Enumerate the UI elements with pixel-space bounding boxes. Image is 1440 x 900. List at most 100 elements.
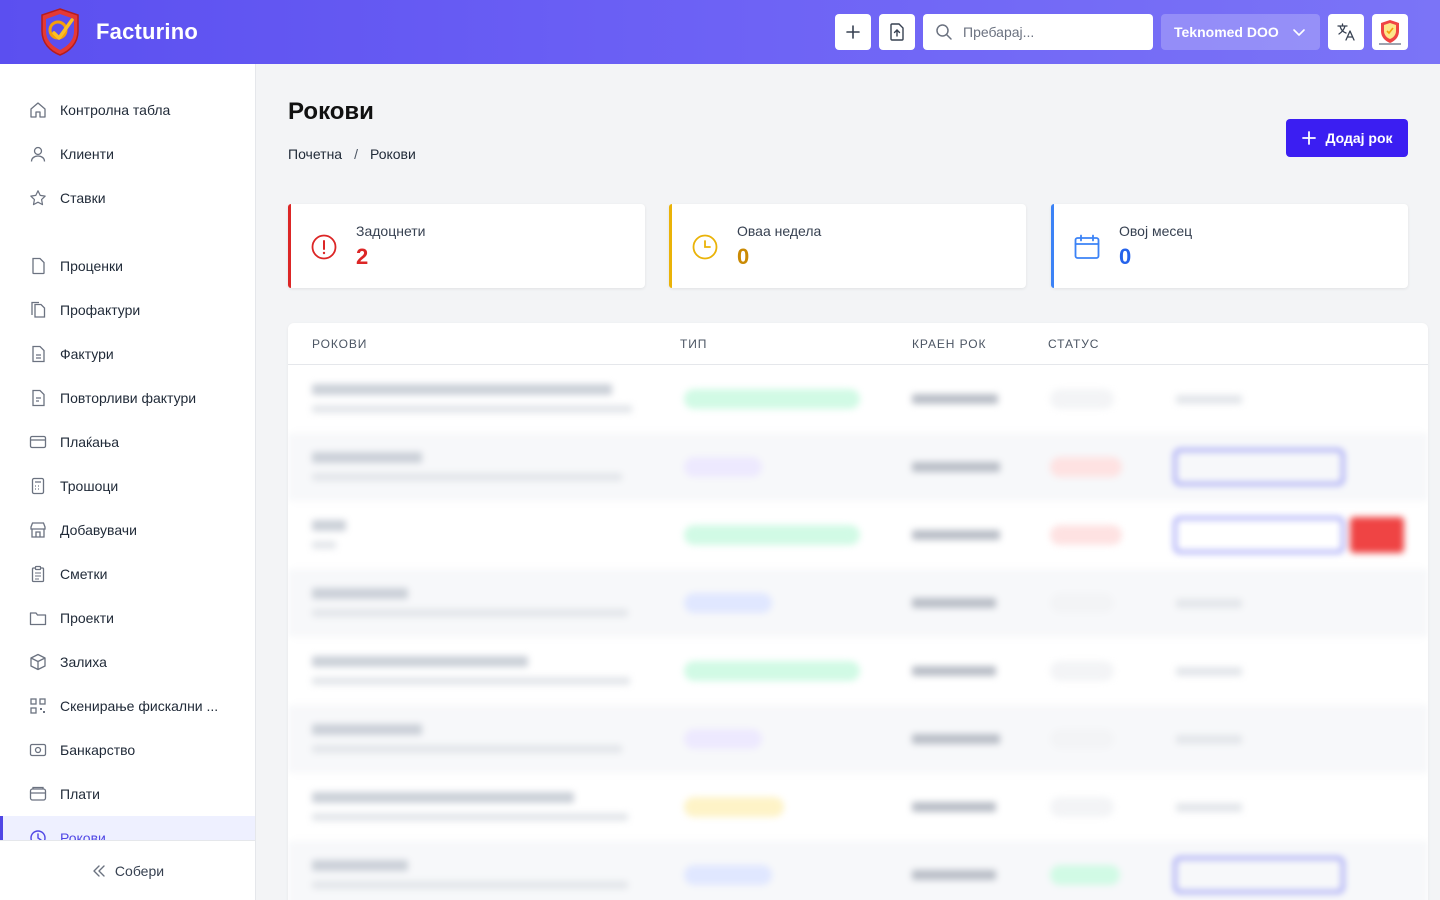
due-date-placeholder [912, 666, 996, 676]
sidebar-item-suppliers[interactable]: Добавувачи [0, 508, 255, 552]
sidebar-item-proforma[interactable]: Профактури [0, 288, 255, 332]
stat-value: 2 [356, 244, 369, 269]
sidebar-item-clients[interactable]: Клиенти [0, 132, 255, 176]
status-badge [1050, 661, 1114, 681]
sidebar-item-label: Скенирање фискални ... [60, 698, 219, 714]
table-row[interactable] [288, 569, 1428, 637]
add-deadline-label: Додај рок [1325, 130, 1393, 146]
type-badge [684, 389, 860, 409]
completed-placeholder [1176, 599, 1242, 608]
row-title-placeholder [312, 452, 422, 463]
facturino-logo-icon[interactable] [34, 6, 86, 58]
row-subtitle-placeholder [312, 405, 632, 413]
sidebar-item-recurring-invoices[interactable]: Повторливи фактури [0, 376, 255, 420]
table-row[interactable] [288, 705, 1428, 773]
stat-label: Оваа недела [737, 223, 822, 239]
row-title-placeholder [312, 384, 612, 395]
collapse-label: Собери [114, 862, 165, 879]
file-upload-icon [890, 23, 904, 41]
status-badge [1050, 525, 1122, 545]
search-input[interactable] [963, 24, 1133, 40]
stat-card-overdue: Задоцнети 2 [288, 204, 645, 288]
company-switcher[interactable]: Teknomed DOO [1161, 14, 1320, 50]
table-row[interactable] [288, 501, 1428, 569]
row-title-placeholder [312, 520, 346, 531]
user-avatar-button[interactable] [1372, 14, 1408, 50]
stat-value: 0 [1119, 244, 1132, 269]
type-badge [684, 593, 772, 613]
sidebar-item-payments[interactable]: Плаќања [0, 420, 255, 464]
row-title-placeholder [312, 792, 574, 803]
cube-icon [30, 653, 46, 671]
table-row[interactable] [288, 365, 1428, 433]
stat-accent-bar [669, 204, 672, 288]
upload-document-button[interactable] [879, 14, 915, 50]
alert-circle-icon [311, 234, 337, 260]
mark-completed-button[interactable] [1174, 857, 1344, 893]
table-row[interactable] [288, 841, 1428, 900]
type-badge [684, 729, 762, 749]
row-subtitle-placeholder [312, 813, 628, 821]
sidebar-item-fiscal-scan[interactable]: Скенирање фискални ... [0, 684, 255, 728]
sidebar-item-banking[interactable]: Банкарство [0, 728, 255, 772]
sidebar-item-label: Ставки [60, 190, 106, 206]
mark-completed-button[interactable] [1174, 517, 1344, 553]
status-badge [1050, 389, 1114, 409]
row-title-placeholder [312, 724, 422, 735]
sidebar-item-dashboard[interactable]: Контролна табла [0, 88, 255, 132]
table-row[interactable] [288, 773, 1428, 841]
row-subtitle-placeholder [312, 609, 628, 617]
company-name: Teknomed DOO [1174, 24, 1279, 40]
column-header-status[interactable]: СТАТУС [1048, 337, 1099, 351]
sidebar-item-expenses[interactable]: Трошоци [0, 464, 255, 508]
search-box[interactable] [923, 14, 1153, 50]
column-header-deadline[interactable]: РОКОВИ [312, 337, 367, 351]
documents-icon [31, 301, 46, 318]
clock-icon [692, 234, 718, 260]
translate-icon [1337, 23, 1355, 41]
row-title-placeholder [312, 588, 408, 599]
sidebar-item-projects[interactable]: Проекти [0, 596, 255, 640]
completed-placeholder [1176, 803, 1242, 812]
sidebar-item-invoices[interactable]: Фактури [0, 332, 255, 376]
status-badge [1050, 729, 1114, 749]
plus-icon [1302, 131, 1317, 145]
stat-accent-bar [1051, 204, 1054, 288]
sidebar-item-label: Сметки [60, 566, 108, 582]
column-header-type[interactable]: ТИП [680, 337, 707, 351]
sidebar-item-label: Повторливи фактури [60, 390, 197, 406]
calculator-icon [31, 477, 45, 495]
quick-add-button[interactable] [835, 14, 871, 50]
language-button[interactable] [1328, 14, 1364, 50]
due-date-placeholder [912, 530, 1000, 540]
sidebar-item-salaries[interactable]: Плати [0, 772, 255, 816]
mark-completed-button[interactable] [1174, 449, 1344, 485]
column-header-due-date[interactable]: КРАЕН РОК [912, 337, 986, 351]
sidebar-item-label: Проекти [60, 610, 114, 626]
due-date-placeholder [912, 734, 1000, 744]
delete-button[interactable] [1350, 517, 1404, 553]
due-date-placeholder [912, 394, 998, 404]
table-row[interactable] [288, 433, 1428, 501]
breadcrumb-home-link[interactable]: Почетна [288, 146, 342, 162]
qr-code-icon [30, 698, 46, 714]
collapse-sidebar-button[interactable]: Собери [0, 840, 255, 900]
sidebar-item-bills[interactable]: Сметки [0, 552, 255, 596]
sidebar-item-estimates[interactable]: Проценки [0, 244, 255, 288]
sidebar-item-label: Залиха [60, 654, 107, 670]
stat-label: Овој месец [1119, 223, 1193, 239]
add-deadline-button[interactable]: Додај рок [1286, 119, 1408, 157]
table-row[interactable] [288, 637, 1428, 705]
row-title-placeholder [312, 656, 528, 667]
table-header: РОКОВИ ТИП КРАЕН РОК СТАТУС [288, 323, 1428, 365]
row-subtitle-placeholder [312, 541, 336, 549]
stat-label: Задоцнети [356, 223, 426, 239]
sidebar-item-label: Профактури [60, 302, 141, 318]
avatar [1379, 20, 1401, 45]
star-icon [30, 190, 46, 206]
breadcrumb-current: Рокови [369, 146, 416, 162]
sidebar-item-label: Плаќања [60, 434, 120, 450]
sidebar-item-inventory[interactable]: Залиха [0, 640, 255, 684]
row-subtitle-placeholder [312, 677, 630, 685]
sidebar-item-items[interactable]: Ставки [0, 176, 255, 220]
